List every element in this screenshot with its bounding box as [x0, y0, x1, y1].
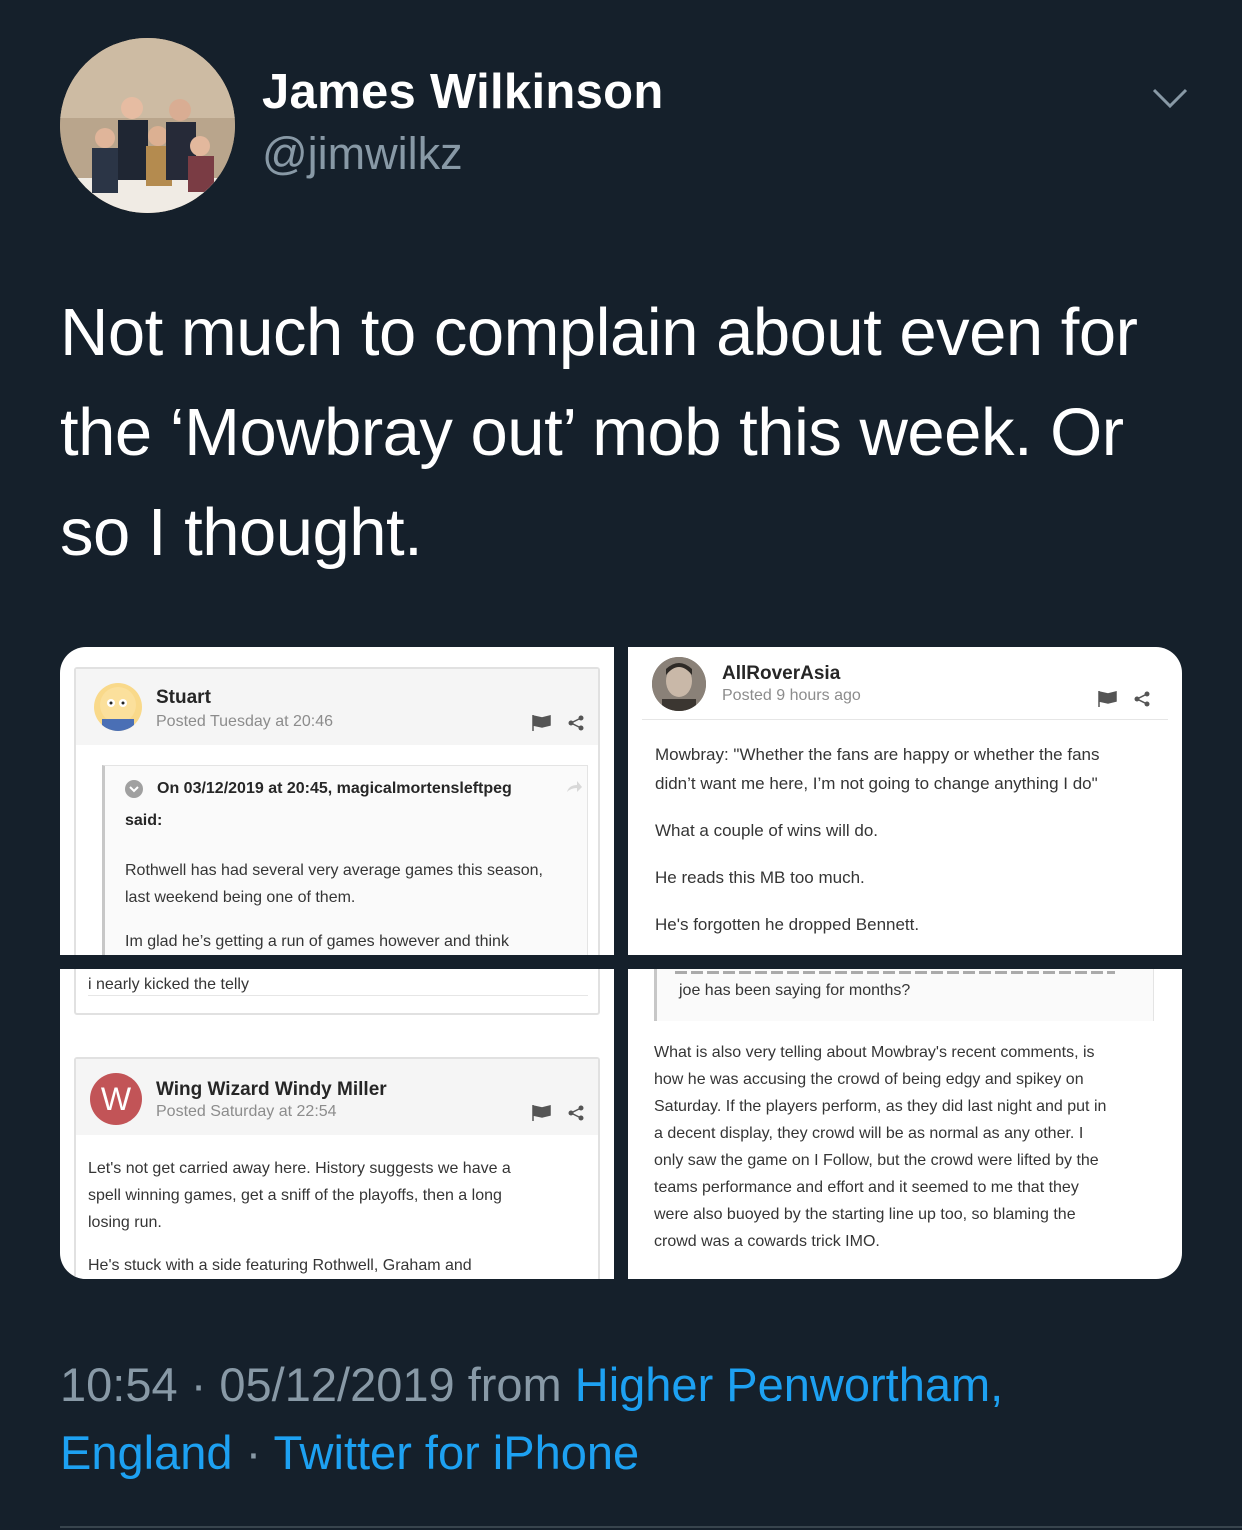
tweet-date[interactable]: 05/12/2019	[219, 1358, 454, 1411]
post-line: only saw the game on I Follow, but the c…	[654, 1152, 1099, 1169]
post-username: Wing Wizard Windy Miller	[156, 1079, 387, 1100]
media-image-3[interactable]: i nearly kicked the telly W Wing Wizard …	[60, 969, 614, 1279]
quote-line: joe has been saying for months?	[679, 982, 911, 999]
line-divider	[88, 995, 588, 996]
post-line: What a couple of wins will do.	[655, 821, 878, 840]
post-line: losing run.	[88, 1214, 162, 1231]
post-timestamp: Posted Saturday at 22:54	[156, 1103, 337, 1120]
media-image-2[interactable]: AllRoverAsia Posted 9 hours ago Mowbray:…	[628, 647, 1182, 955]
share-icon	[568, 1105, 584, 1121]
quote-author: On 03/12/2019 at 20:45, magicalmortensle…	[157, 780, 512, 797]
media-image-1[interactable]: Stuart Posted Tuesday at 20:46 On 03/12/…	[60, 647, 614, 955]
author-name[interactable]: James Wilkinson	[262, 64, 664, 120]
location-link[interactable]: England	[60, 1426, 233, 1479]
post-line: Saturday. If the players perform, as the…	[654, 1098, 1107, 1115]
quote-said: said:	[125, 812, 163, 829]
tweet-text: Not much to complain about even for the …	[60, 295, 1138, 570]
tweet-media[interactable]: Stuart Posted Tuesday at 20:46 On 03/12/…	[60, 647, 1182, 1279]
post-line: a decent display, they crowd will be as …	[654, 1125, 1084, 1142]
post-timestamp: Posted 9 hours ago	[722, 687, 861, 704]
post-line: spell winning games, get a sniff of the …	[88, 1187, 502, 1204]
quote-line: last weekend being one of them.	[125, 889, 356, 906]
share-icon	[1134, 691, 1150, 707]
post-line: Let's not get carried away here. History…	[88, 1160, 511, 1177]
from-label: from	[467, 1358, 562, 1411]
tweet-meta-line: 10:54 · 05/12/2019 from Higher Penwortha…	[60, 1357, 1003, 1412]
divider	[60, 1526, 1242, 1528]
post-line: crowd was a cowards trick IMO.	[654, 1233, 880, 1250]
separator: ·	[245, 1426, 262, 1479]
post-line: were also buoyed by the starting line up…	[654, 1206, 1076, 1223]
tweet-meta-line: England · Twitter for iPhone	[60, 1425, 639, 1480]
post-line: didn’t want me here, I’m not going to ch…	[655, 774, 1098, 793]
quote-block: On 03/12/2019 at 20:45, magicalmortensle…	[102, 765, 588, 955]
forum-post: Stuart Posted Tuesday at 20:46 On 03/12/…	[74, 667, 600, 955]
post-username: Stuart	[156, 687, 211, 708]
author-handle[interactable]: @jimwilkz	[262, 128, 463, 180]
flag-icon	[1098, 691, 1117, 707]
flag-icon	[532, 715, 551, 731]
post-line: i nearly kicked the telly	[88, 976, 249, 993]
quote-block: joe has been saying for months?	[654, 969, 1154, 1021]
collapse-icon	[125, 780, 143, 798]
post-line: He's stuck with a side featuring Rothwel…	[88, 1257, 472, 1274]
quote-line: Rothwell has had several very average ga…	[125, 862, 543, 879]
cropped-text	[675, 971, 1115, 974]
header-divider	[642, 719, 1168, 720]
profile-avatar[interactable]	[60, 38, 235, 213]
flag-icon	[532, 1105, 551, 1121]
chevron-down-icon[interactable]	[1150, 84, 1190, 114]
post-line: how he was accusing the crowd of being e…	[654, 1071, 1084, 1088]
user-avatar	[652, 657, 706, 711]
reply-arrow-icon	[567, 781, 582, 792]
share-icon	[568, 715, 584, 731]
post-line: He's forgotten he dropped Bennett.	[655, 915, 920, 934]
post-timestamp: Posted Tuesday at 20:46	[156, 713, 334, 730]
quote-line: Im glad he’s getting a run of games howe…	[125, 933, 509, 950]
forum-post: i nearly kicked the telly	[74, 969, 600, 1015]
forum-post: W Wing Wizard Windy Miller Posted Saturd…	[74, 1057, 600, 1279]
media-image-4[interactable]: joe has been saying for months? What is …	[628, 969, 1182, 1279]
location-link[interactable]: Higher Penwortham,	[575, 1358, 1003, 1411]
user-avatar	[94, 683, 142, 731]
separator: ·	[190, 1358, 207, 1411]
post-username: AllRoverAsia	[722, 663, 841, 684]
tweet-time[interactable]: 10:54	[60, 1358, 178, 1411]
user-avatar: W	[90, 1073, 142, 1125]
source-link[interactable]: Twitter for iPhone	[273, 1426, 639, 1479]
post-line: He reads this MB too much.	[655, 868, 865, 887]
post-header	[76, 669, 598, 745]
post-line: teams performance and effort and it seem…	[654, 1179, 1079, 1196]
post-line: Mowbray: "Whether the fans are happy or …	[655, 745, 1100, 764]
post-line: What is also very telling about Mowbray'…	[654, 1044, 1095, 1061]
profile-photo	[60, 38, 235, 213]
